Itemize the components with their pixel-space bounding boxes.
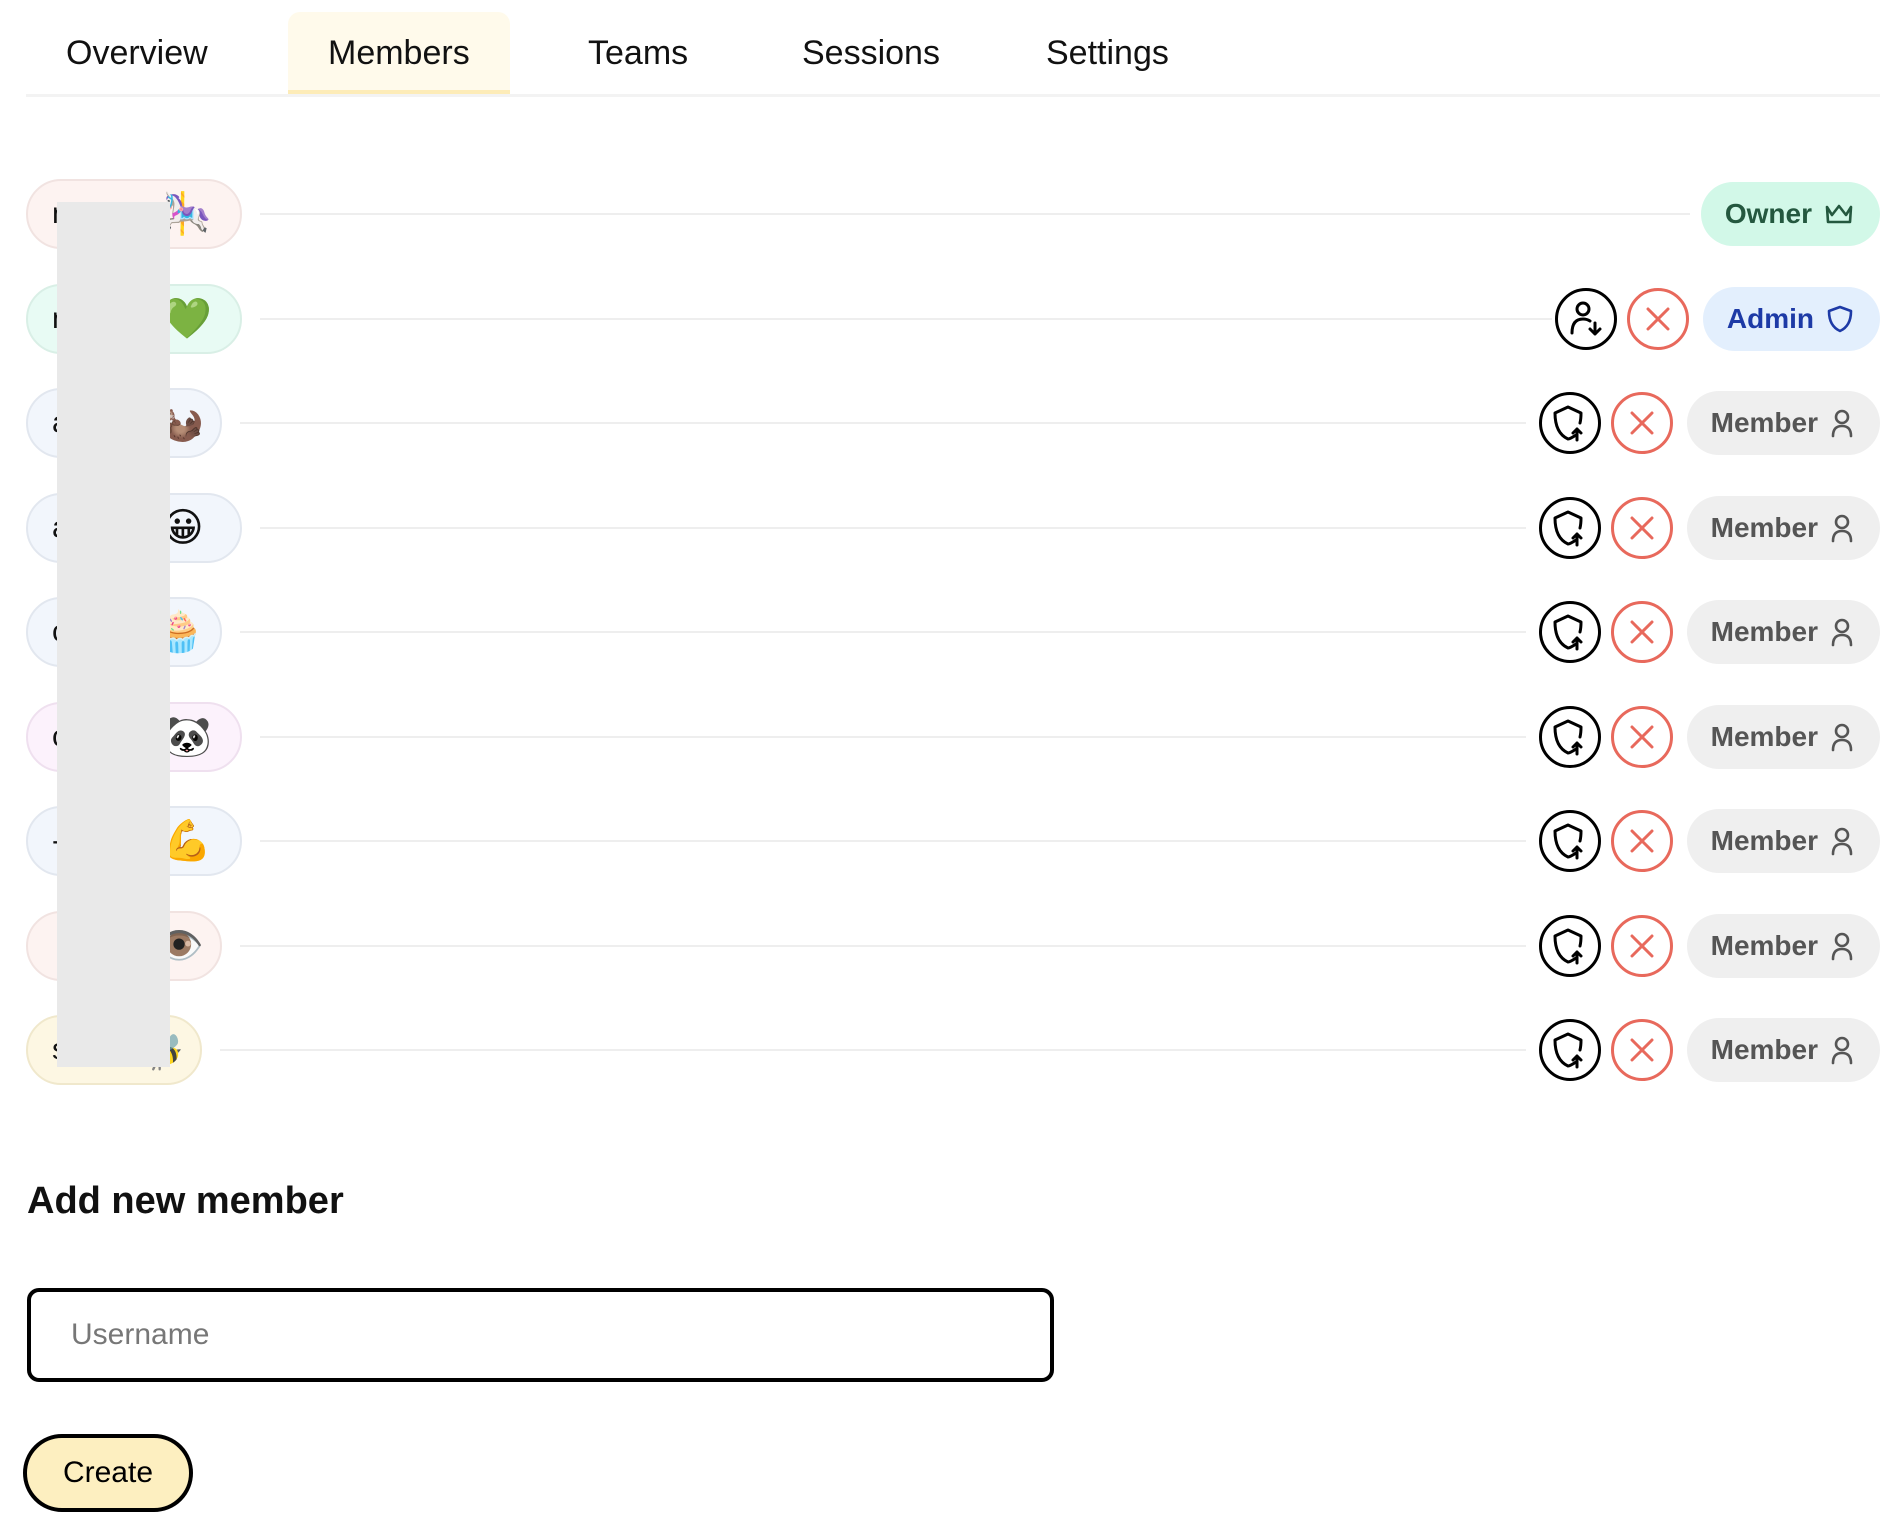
role-label: Member xyxy=(1710,511,1818,543)
row-divider xyxy=(220,1049,1526,1051)
member-actions: Member xyxy=(1538,1015,1880,1085)
tab-members[interactable]: Members xyxy=(288,12,510,94)
promote-button[interactable] xyxy=(1538,392,1601,454)
remove-member-button[interactable] xyxy=(1610,1019,1673,1081)
role-badge: Member xyxy=(1686,495,1880,560)
member-actions: Member xyxy=(1538,702,1880,772)
role-label: Member xyxy=(1710,1034,1818,1065)
user-icon xyxy=(1830,617,1854,647)
user-icon xyxy=(1830,722,1854,752)
demote-user-icon xyxy=(1566,299,1606,339)
member-row: c 🧁Member xyxy=(26,593,1880,698)
promote-button[interactable] xyxy=(1538,1019,1601,1081)
tab-bar: Overview Members Teams Sessions Settings xyxy=(26,0,1880,97)
remove-member-button[interactable] xyxy=(1610,705,1673,768)
promote-shield-icon xyxy=(1550,403,1590,443)
tab-teams[interactable]: Teams xyxy=(548,12,728,94)
member-row: a 😀Member xyxy=(26,489,1880,594)
member-actions: Owner xyxy=(1697,179,1880,249)
member-row: s 🐝Member xyxy=(26,1011,1880,1116)
close-icon xyxy=(1625,615,1659,649)
promote-button[interactable] xyxy=(1538,705,1601,768)
member-actions: Member xyxy=(1538,806,1880,876)
role-label: Member xyxy=(1710,407,1818,438)
close-icon xyxy=(1625,1033,1659,1067)
row-divider xyxy=(260,317,1552,320)
remove-member-button[interactable] xyxy=(1610,601,1673,663)
role-label: Member xyxy=(1710,720,1818,752)
member-row: n 🎠Owner xyxy=(26,175,1880,280)
create-button[interactable]: Create xyxy=(23,1434,193,1512)
promote-shield-icon xyxy=(1550,821,1590,861)
member-list: n 🎠Owner n 💚Admin a 🦦Member a 😀Member c … xyxy=(26,175,1880,1116)
promote-button[interactable] xyxy=(1538,601,1601,663)
row-divider xyxy=(260,840,1526,842)
promote-shield-icon xyxy=(1550,717,1590,757)
promote-shield-icon xyxy=(1550,508,1590,548)
role-badge: Member xyxy=(1686,1018,1880,1082)
promote-button[interactable] xyxy=(1538,810,1601,872)
role-label: Owner xyxy=(1724,198,1812,229)
demote-button[interactable] xyxy=(1554,287,1617,350)
member-actions: Member xyxy=(1538,911,1880,981)
row-divider xyxy=(240,422,1526,424)
promote-button[interactable] xyxy=(1538,496,1601,559)
close-icon xyxy=(1625,929,1659,963)
user-icon xyxy=(1830,513,1854,543)
member-actions: Member xyxy=(1538,388,1880,458)
close-icon xyxy=(1625,824,1659,858)
close-icon xyxy=(1625,406,1659,440)
member-actions: Member xyxy=(1538,493,1880,563)
user-icon xyxy=(1830,408,1854,438)
redacted-names-overlay xyxy=(57,202,170,1067)
role-badge: Member xyxy=(1686,391,1880,455)
user-icon xyxy=(1830,826,1854,856)
role-label: Member xyxy=(1710,929,1818,961)
tab-sessions[interactable]: Sessions xyxy=(762,12,980,94)
remove-member-button[interactable] xyxy=(1610,392,1673,454)
promote-shield-icon xyxy=(1550,1030,1590,1070)
user-icon xyxy=(1830,931,1854,961)
member-actions: Admin xyxy=(1554,284,1880,354)
role-badge: Member xyxy=(1686,913,1880,978)
member-row: n 💚Admin xyxy=(26,280,1880,385)
remove-member-button[interactable] xyxy=(1610,496,1673,559)
username-input[interactable] xyxy=(27,1288,1054,1382)
role-badge: Member xyxy=(1686,704,1880,769)
row-divider xyxy=(240,944,1526,947)
crown-icon xyxy=(1824,202,1854,226)
remove-member-button[interactable] xyxy=(1610,810,1673,872)
user-icon xyxy=(1830,1035,1854,1065)
role-badge: Member xyxy=(1686,600,1880,664)
member-row: - 💪Member xyxy=(26,802,1880,907)
member-actions: Member xyxy=(1538,597,1880,667)
role-label: Admin xyxy=(1726,302,1814,334)
role-label: Member xyxy=(1710,825,1818,856)
remove-member-button[interactable] xyxy=(1626,287,1689,350)
member-row: 👁️ Member xyxy=(26,907,1880,1012)
shield-icon xyxy=(1826,304,1854,334)
member-row: c 🐼Member xyxy=(26,698,1880,803)
role-label: Member xyxy=(1710,616,1818,647)
role-badge: Member xyxy=(1686,809,1880,873)
promote-button[interactable] xyxy=(1538,914,1601,977)
tab-overview[interactable]: Overview xyxy=(26,12,248,94)
promote-shield-icon xyxy=(1550,612,1590,652)
promote-shield-icon xyxy=(1550,926,1590,966)
row-divider xyxy=(240,631,1526,633)
member-row: a 🦦Member xyxy=(26,384,1880,489)
role-badge: Owner xyxy=(1700,182,1880,246)
row-divider xyxy=(260,735,1526,738)
role-badge: Admin xyxy=(1702,286,1880,351)
close-icon xyxy=(1625,511,1659,545)
add-member-heading: Add new member xyxy=(27,1180,344,1222)
tab-settings[interactable]: Settings xyxy=(1006,12,1209,94)
close-icon xyxy=(1625,720,1659,754)
row-divider xyxy=(260,213,1690,215)
row-divider xyxy=(260,526,1526,529)
close-icon xyxy=(1641,302,1675,336)
remove-member-button[interactable] xyxy=(1610,914,1673,977)
